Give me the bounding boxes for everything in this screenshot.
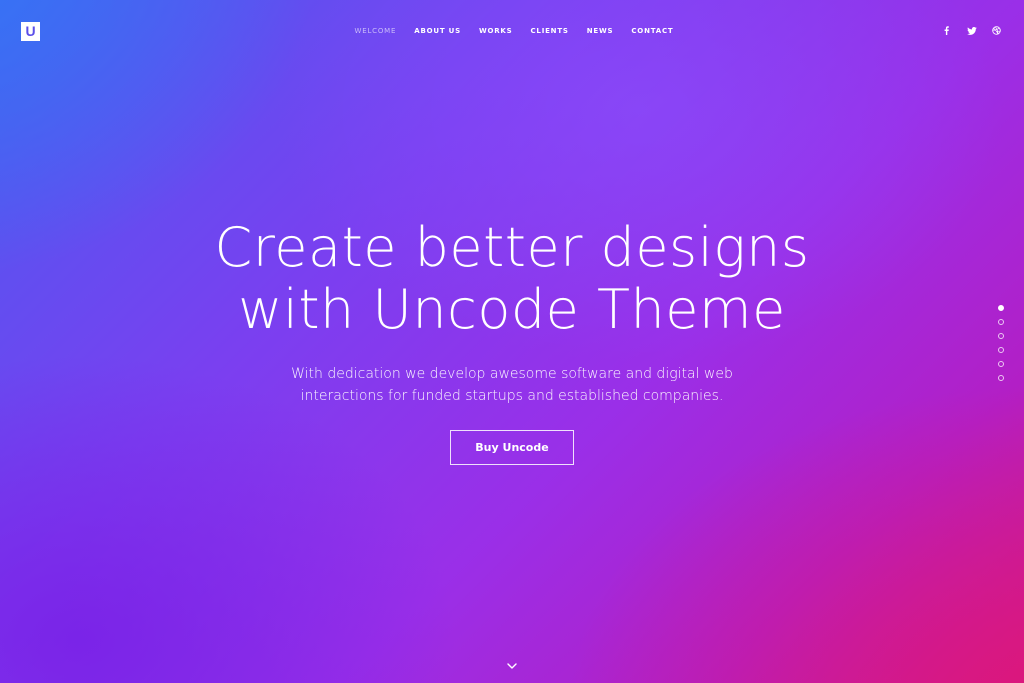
nav-item-contact[interactable]: CONTACT bbox=[631, 25, 673, 37]
hero-title-line-1: Create better designs bbox=[214, 216, 810, 279]
buy-uncode-button[interactable]: Buy Uncode bbox=[450, 430, 574, 465]
pagination-dot-2[interactable] bbox=[998, 319, 1004, 325]
dribbble-icon[interactable] bbox=[991, 25, 1002, 36]
nav-item-clients[interactable]: CLIENTS bbox=[531, 25, 569, 37]
section-pagination bbox=[998, 305, 1004, 381]
pagination-dot-5[interactable] bbox=[998, 361, 1004, 367]
hero-subtitle-line-2: interactions for funded startups and est… bbox=[300, 388, 724, 404]
twitter-icon[interactable] bbox=[966, 25, 977, 36]
pagination-dot-4[interactable] bbox=[998, 347, 1004, 353]
hero-subtitle-line-1: With dedication we develop awesome softw… bbox=[291, 366, 733, 382]
facebook-icon[interactable] bbox=[941, 25, 952, 36]
nav-item-news[interactable]: NEWS bbox=[587, 25, 614, 37]
chevron-down-icon[interactable] bbox=[506, 662, 518, 672]
nav-item-about-us[interactable]: ABOUT US bbox=[414, 25, 461, 37]
nav-item-works[interactable]: WORKS bbox=[479, 25, 513, 37]
pagination-dot-6[interactable] bbox=[998, 375, 1004, 381]
social-links bbox=[941, 25, 1002, 36]
hero-title: Create better designs with Uncode Theme bbox=[0, 217, 1024, 341]
pagination-dot-3[interactable] bbox=[998, 333, 1004, 339]
hero-title-line-2: with Uncode Theme bbox=[238, 278, 786, 341]
main-nav: WELCOME ABOUT US WORKS CLIENTS NEWS CONT… bbox=[0, 25, 1024, 37]
hero-subtitle: With dedication we develop awesome softw… bbox=[0, 363, 1024, 407]
pagination-dot-1[interactable] bbox=[998, 305, 1004, 311]
nav-item-welcome[interactable]: WELCOME bbox=[355, 25, 397, 37]
